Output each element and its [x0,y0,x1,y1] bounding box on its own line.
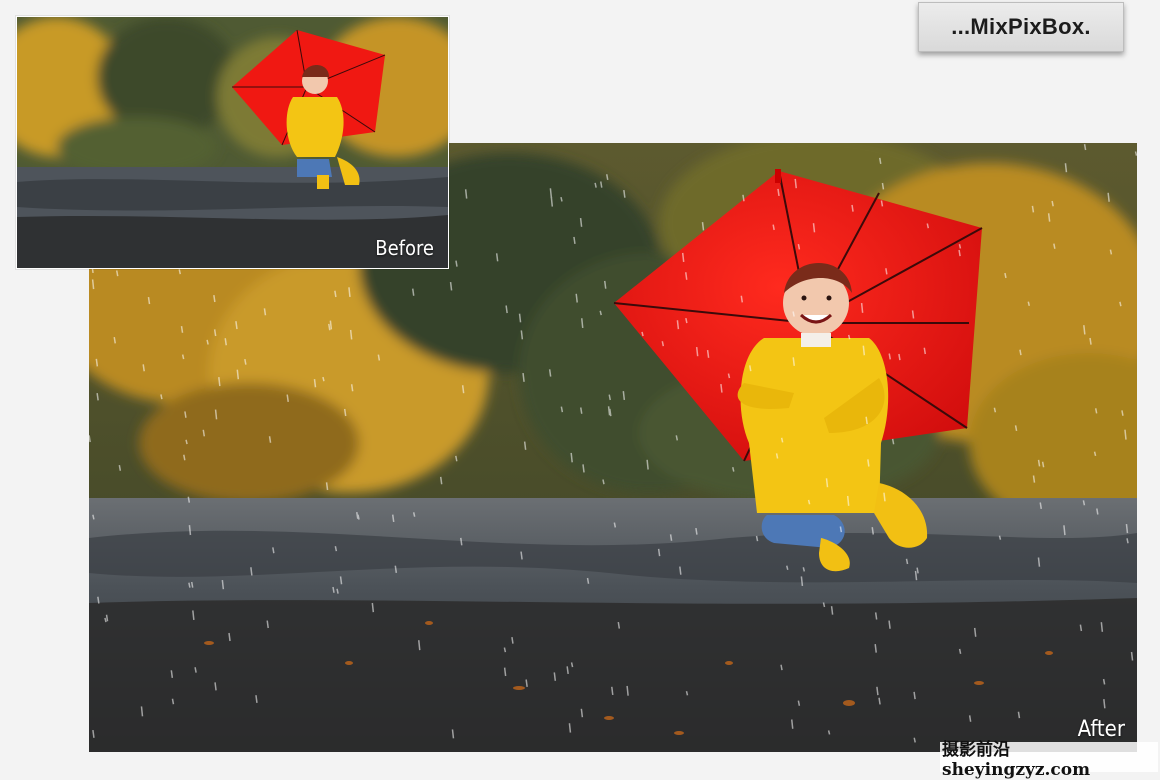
mixpixbox-logo: ...MixPixBox. [918,2,1124,52]
before-photo: Before [16,16,449,269]
before-label: Before [375,236,434,260]
site-watermark: 摄影前沿 sheyingzyz.com [940,740,1158,780]
before-scene [17,17,448,268]
